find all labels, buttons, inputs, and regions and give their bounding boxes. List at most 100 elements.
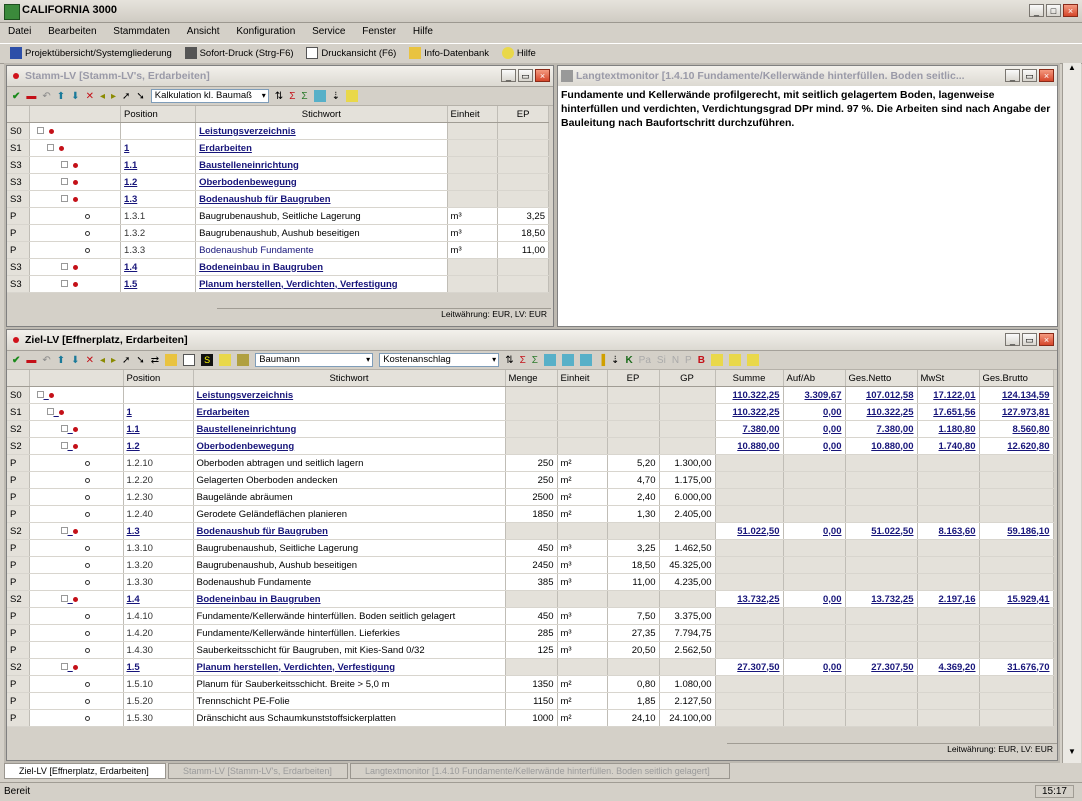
table-row[interactable]: S3 1.4 Bodeneinbau in Baugruben bbox=[7, 258, 549, 276]
cell-text[interactable]: Baugelände abräumen bbox=[193, 488, 506, 506]
cell-menge[interactable] bbox=[505, 522, 558, 540]
cell-mwst[interactable]: 17.122,01 bbox=[917, 386, 980, 404]
projekt-button[interactable]: Projektübersicht/Systemgliederung bbox=[10, 47, 172, 59]
cell-text[interactable]: Fundamente/Kellerwände hinterfüllen. Bod… bbox=[193, 607, 506, 625]
cell-einheit[interactable]: m² bbox=[557, 505, 608, 523]
cell-aufab[interactable]: 0,00 bbox=[783, 522, 846, 540]
bieter-select[interactable]: Baumann bbox=[255, 353, 374, 367]
cell-menge[interactable]: 250 bbox=[505, 471, 558, 489]
cell-pos[interactable]: 1.4.30 bbox=[123, 641, 194, 659]
table-row[interactable]: S2 1.2 Oberbodenbewegung 10.880,00 0,00 10.8… bbox=[7, 437, 1054, 455]
table-row[interactable]: S0 Leistungsverzeichnis bbox=[7, 122, 549, 140]
cell-gp[interactable]: 2.127,50 bbox=[659, 692, 716, 710]
cell-brutto[interactable]: 8.560,80 bbox=[979, 420, 1054, 438]
cell-aufab[interactable] bbox=[783, 641, 846, 659]
cell-ep[interactable]: 18,50 bbox=[497, 224, 549, 242]
cell-menge[interactable] bbox=[505, 420, 558, 438]
cell-mwst[interactable] bbox=[917, 505, 980, 523]
cell-typ[interactable]: P bbox=[7, 675, 30, 693]
col-stichwort[interactable]: Stichwort bbox=[193, 370, 506, 387]
col-einheit[interactable]: Einheit bbox=[447, 106, 499, 123]
grid2-icon[interactable] bbox=[561, 354, 574, 366]
cell-einheit[interactable]: m² bbox=[557, 488, 608, 506]
expand-icon[interactable] bbox=[60, 425, 68, 433]
cell-einheit[interactable] bbox=[557, 522, 608, 540]
cell-mwst[interactable]: 1.740,80 bbox=[917, 437, 980, 455]
cell-menge[interactable]: 250 bbox=[505, 454, 558, 472]
sigma-icon[interactable]: Σ bbox=[289, 91, 295, 102]
cell-gp[interactable]: 4.235,00 bbox=[659, 573, 716, 591]
grid3-icon[interactable] bbox=[579, 354, 592, 366]
cell-aufab[interactable] bbox=[783, 556, 846, 574]
tab-ziel-lv[interactable]: Ziel-LV [Effnerplatz, Erdarbeiten] bbox=[4, 763, 166, 779]
cell-aufab[interactable] bbox=[783, 607, 846, 625]
pointer-down-icon[interactable]: ➘ bbox=[136, 91, 144, 102]
cell-einheit[interactable]: m² bbox=[557, 709, 608, 727]
cell-brutto[interactable] bbox=[979, 675, 1054, 693]
calc-select[interactable]: Kalkulation kl. Baumaß bbox=[150, 89, 269, 103]
minimize-icon[interactable]: _ bbox=[1005, 69, 1020, 82]
cell-einheit[interactable] bbox=[557, 420, 608, 438]
cell-typ[interactable]: S3 bbox=[7, 258, 30, 276]
cell-ep[interactable] bbox=[497, 190, 549, 208]
cell-typ[interactable]: S0 bbox=[7, 386, 30, 404]
cell-menge[interactable]: 285 bbox=[505, 624, 558, 642]
cell-summe[interactable]: 10.880,00 bbox=[715, 437, 784, 455]
cell-aufab[interactable] bbox=[783, 692, 846, 710]
cell-pos[interactable]: 1.2 bbox=[120, 173, 197, 191]
cell-aufab[interactable] bbox=[783, 471, 846, 489]
cell-pos[interactable]: 1.1 bbox=[123, 420, 194, 438]
indent-icon[interactable]: ⇣ bbox=[332, 91, 340, 102]
cell-pos[interactable]: 1.4 bbox=[120, 258, 197, 276]
expand-icon[interactable] bbox=[36, 127, 44, 135]
page-icon[interactable] bbox=[183, 354, 196, 366]
cell-aufab[interactable]: 0,00 bbox=[783, 437, 846, 455]
cell-text[interactable]: Baugrubenaushub, Aushub beseitigen bbox=[195, 224, 448, 242]
cell-netto[interactable]: 51.022,50 bbox=[845, 522, 918, 540]
sort-icon[interactable]: ⇅ bbox=[505, 355, 513, 366]
cell-pos[interactable]: 1.4 bbox=[123, 590, 194, 608]
druckansicht-button[interactable]: Druckansicht (F6) bbox=[306, 47, 396, 59]
cell-typ[interactable]: S2 bbox=[7, 420, 30, 438]
expand-icon[interactable] bbox=[60, 595, 68, 603]
cell-brutto[interactable]: 12.620,80 bbox=[979, 437, 1054, 455]
close-icon[interactable]: × bbox=[535, 69, 550, 82]
cell-typ[interactable]: P bbox=[7, 207, 30, 225]
cell-typ[interactable]: S0 bbox=[7, 122, 30, 140]
cell-brutto[interactable] bbox=[979, 709, 1054, 727]
cell-aufab[interactable] bbox=[783, 709, 846, 727]
cell-text[interactable]: Baugrubenaushub, Seitliche Lagerung bbox=[195, 207, 448, 225]
cell-brutto[interactable] bbox=[979, 539, 1054, 557]
cell-ep[interactable] bbox=[607, 658, 660, 676]
cell-summe[interactable] bbox=[715, 454, 784, 472]
cell-summe[interactable] bbox=[715, 556, 784, 574]
minimize-icon[interactable]: _ bbox=[1005, 333, 1020, 346]
cell-mwst[interactable]: 1.180,80 bbox=[917, 420, 980, 438]
cell-pos[interactable] bbox=[120, 122, 197, 140]
cell-typ[interactable]: P bbox=[7, 624, 30, 642]
cell-gp[interactable]: 6.000,00 bbox=[659, 488, 716, 506]
cell-einheit[interactable]: m³ bbox=[557, 573, 608, 591]
col-gp[interactable]: GP bbox=[659, 370, 716, 387]
cell-einheit[interactable]: m² bbox=[557, 675, 608, 693]
cell-einheit[interactable] bbox=[557, 386, 608, 404]
cell-mwst[interactable] bbox=[917, 692, 980, 710]
table-row[interactable]: P 1.3.30 Bodenaushub Fundamente 385 m³ 11,00 4… bbox=[7, 573, 1054, 591]
table-row[interactable]: S2 1.3 Bodenaushub für Baugruben 51.022,50… bbox=[7, 522, 1054, 540]
cell-gp[interactable]: 1.300,00 bbox=[659, 454, 716, 472]
cell-typ[interactable]: S2 bbox=[7, 658, 30, 676]
cell-text[interactable]: Gerodete Geländeflächen planieren bbox=[193, 505, 506, 523]
table-row[interactable]: P 1.5.10 Planum für Sauberkeitsschicht. Br… bbox=[7, 675, 1054, 693]
table-row[interactable]: P 1.5.30 Dränschicht aus Schaumkunststoffs… bbox=[7, 709, 1054, 727]
cell-text[interactable]: Leistungsverzeichnis bbox=[195, 122, 448, 140]
cell-text[interactable]: Bodenaushub für Baugruben bbox=[193, 522, 506, 540]
restore-icon[interactable]: ▭ bbox=[518, 69, 533, 82]
col-einheit[interactable]: Einheit bbox=[557, 370, 608, 387]
cell-einheit[interactable]: m³ bbox=[447, 241, 499, 259]
cell-menge[interactable]: 450 bbox=[505, 539, 558, 557]
cell-gp[interactable]: 7.794,75 bbox=[659, 624, 716, 642]
table-row[interactable]: S1 1 Erdarbeiten 110.322,25 0,00 110.322,25 1… bbox=[7, 403, 1054, 421]
expand-icon[interactable] bbox=[60, 178, 68, 186]
cell-aufab[interactable] bbox=[783, 573, 846, 591]
cell-summe[interactable]: 110.322,25 bbox=[715, 386, 784, 404]
